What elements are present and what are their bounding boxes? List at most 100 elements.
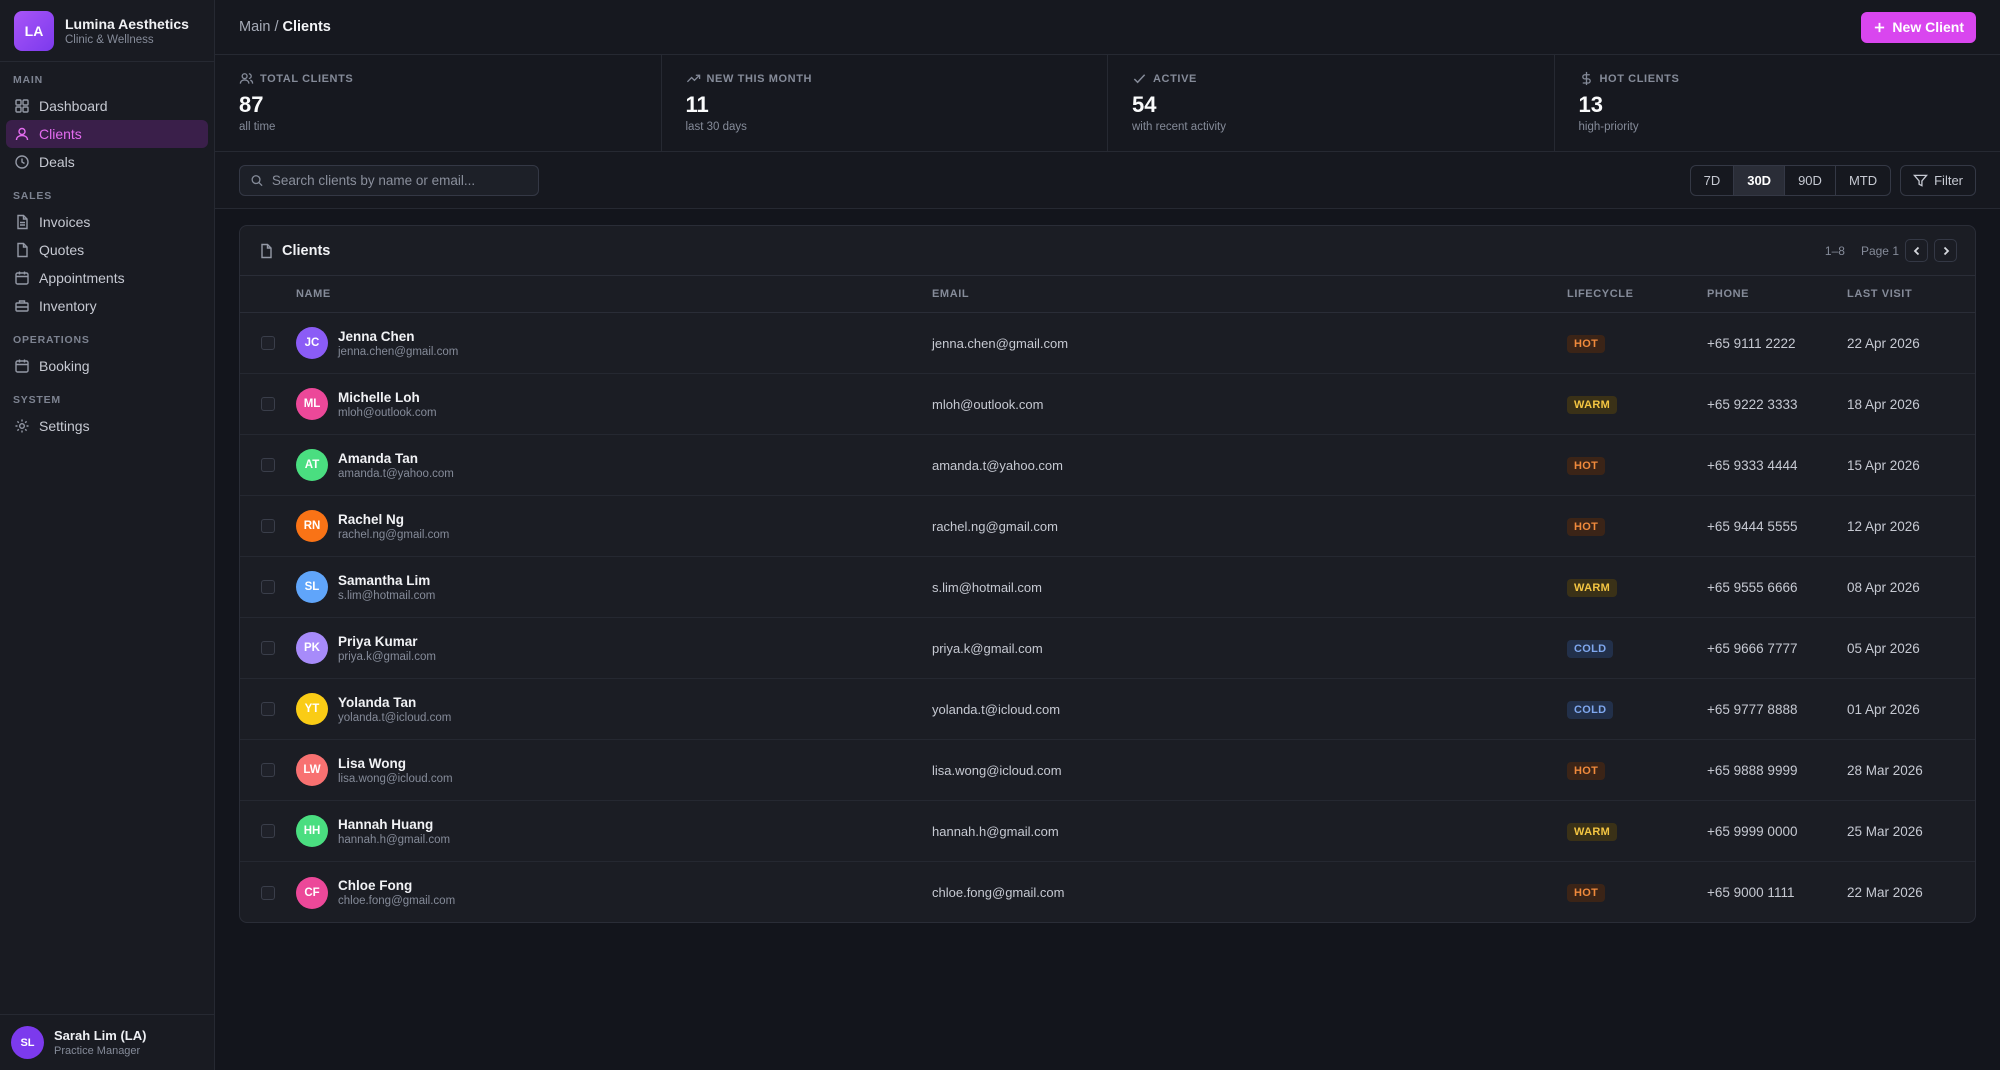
row-checkbox[interactable] — [261, 458, 275, 472]
avatar: PK — [296, 632, 328, 664]
client-sub-email: mloh@outlook.com — [338, 406, 437, 419]
sidebar-item-clients[interactable]: Clients — [6, 120, 208, 148]
lifecycle-badge: COLD — [1567, 700, 1614, 719]
table-row[interactable]: PK Priya Kumar priya.k@gmail.com priya.k… — [240, 618, 1975, 679]
sidebar-item-deals[interactable]: Deals — [6, 148, 208, 176]
dollar-icon — [1581, 71, 1591, 86]
range-30d-button[interactable]: 30D — [1734, 165, 1786, 195]
client-name[interactable]: Samantha Lim — [338, 573, 435, 588]
page-number: Page 1 — [1860, 243, 1899, 258]
row-checkbox[interactable] — [261, 885, 275, 900]
client-name[interactable]: Chloe Fong — [338, 878, 455, 893]
stat-label: NEW THIS MONTH — [706, 72, 813, 85]
sidebar-item-label: Appointments — [39, 270, 125, 286]
client-name[interactable]: Hannah Huang — [338, 817, 450, 832]
table-body: JC Jenna Chen jenna.chen@gmail.com jenna… — [240, 313, 1975, 922]
user-profile[interactable]: SL Sarah Lim (LA) Practice Manager — [0, 1014, 214, 1070]
client-name[interactable]: Yolanda Tan — [338, 695, 451, 710]
calendar-icon — [15, 359, 29, 373]
new-client-label: New Client — [1892, 19, 1964, 35]
sidebar-item-label: Deals — [39, 154, 75, 170]
sidebar-item-label: Invoices — [39, 214, 91, 230]
file-icon — [261, 243, 272, 258]
users-icon — [239, 73, 254, 84]
table-row[interactable]: AT Amanda Tan amanda.t@yahoo.com amanda.… — [240, 435, 1975, 496]
client-name[interactable]: Amanda Tan — [338, 451, 454, 466]
avatar: YT — [296, 693, 328, 725]
client-phone: +65 9222 3333 — [1707, 396, 1798, 412]
table-row[interactable]: HH Hannah Huang hannah.h@gmail.com hanna… — [240, 801, 1975, 862]
range-mtd-button[interactable]: MTD — [1836, 166, 1890, 195]
gear-icon — [15, 419, 29, 433]
sidebar-item-label: Quotes — [39, 242, 85, 258]
file-icon — [17, 242, 28, 258]
client-name[interactable]: Lisa Wong — [338, 756, 453, 771]
stat-hot-clients: HOT CLIENTS 13 high-priority — [1555, 55, 2000, 151]
row-checkbox[interactable] — [261, 397, 275, 411]
client-name[interactable]: Priya Kumar — [338, 634, 436, 649]
avatar: SL — [11, 1026, 44, 1059]
brand-subtitle: Clinic & Wellness — [65, 33, 154, 46]
table-row[interactable]: SL Samantha Lim s.lim@hotmail.com s.lim@… — [240, 557, 1975, 618]
row-checkbox[interactable] — [261, 580, 275, 594]
column-header-name[interactable]: NAME — [296, 288, 932, 300]
column-header-last-visit[interactable]: LAST VISIT — [1847, 288, 1975, 300]
avatar: SL — [296, 571, 328, 603]
sidebar-item-inventory[interactable]: Inventory — [6, 292, 208, 320]
filter-label: Filter — [1934, 172, 1963, 188]
breadcrumb-parent[interactable]: Main — [239, 19, 270, 35]
filter-button[interactable]: Filter — [1900, 164, 1976, 196]
sidebar-item-booking[interactable]: Booking — [6, 352, 208, 380]
stat-value: 13 — [1578, 92, 1603, 117]
prev-page-button[interactable] — [1905, 239, 1928, 262]
range-7d-button[interactable]: 7D — [1691, 165, 1735, 195]
client-last-visit: 18 Apr 2026 — [1847, 396, 1920, 412]
row-checkbox[interactable] — [261, 641, 275, 655]
table-row[interactable]: RN Rachel Ng rachel.ng@gmail.com rachel.… — [240, 496, 1975, 557]
next-page-button[interactable] — [1934, 239, 1957, 262]
search-box[interactable] — [239, 164, 539, 196]
client-last-visit: 12 Apr 2026 — [1847, 518, 1920, 534]
check-icon — [1133, 74, 1146, 84]
client-name[interactable]: Michelle Loh — [338, 390, 437, 405]
stat-total-clients: TOTAL CLIENTS 87 all time — [215, 55, 662, 151]
client-sub-email: lisa.wong@icloud.com — [338, 772, 453, 785]
sidebar-item-invoices[interactable]: Invoices — [6, 208, 208, 236]
lifecycle-badge: HOT — [1567, 334, 1606, 353]
row-checkbox[interactable] — [261, 519, 275, 533]
range-90d-button[interactable]: 90D — [1785, 165, 1836, 195]
row-checkbox[interactable] — [261, 336, 275, 350]
nav-section-operations: OPERATIONS — [13, 334, 90, 346]
breadcrumb: Main / Clients — [239, 19, 331, 35]
column-header-lifecycle[interactable]: LIFECYCLE — [1567, 288, 1707, 300]
table-row[interactable]: JC Jenna Chen jenna.chen@gmail.com jenna… — [240, 313, 1975, 374]
table-row[interactable]: CF Chloe Fong chloe.fong@gmail.com chloe… — [240, 862, 1975, 922]
avatar: AT — [296, 449, 328, 481]
avatar: RN — [296, 510, 328, 542]
search-input[interactable] — [271, 172, 528, 188]
client-name[interactable]: Rachel Ng — [338, 512, 449, 527]
sidebar-item-quotes[interactable]: Quotes — [6, 236, 208, 264]
lifecycle-badge: HOT — [1567, 761, 1606, 780]
sidebar-item-settings[interactable]: Settings — [6, 412, 208, 440]
client-email: mloh@outlook.com — [932, 396, 1044, 412]
sidebar-item-dashboard[interactable]: Dashboard — [6, 92, 208, 120]
sidebar-item-label: Clients — [39, 126, 82, 142]
sidebar-item-appointments[interactable]: Appointments — [6, 264, 208, 292]
new-client-button[interactable]: New Client — [1861, 11, 1976, 43]
column-header-email[interactable]: EMAIL — [932, 288, 1567, 300]
card-header: Clients 1–8 Page 1 — [240, 226, 1975, 276]
table-row[interactable]: LW Lisa Wong lisa.wong@icloud.com lisa.w… — [240, 740, 1975, 801]
client-email: s.lim@hotmail.com — [932, 579, 1042, 595]
table-row[interactable]: YT Yolanda Tan yolanda.t@icloud.com yola… — [240, 679, 1975, 740]
brand[interactable]: LA Lumina Aesthetics Clinic & Wellness — [0, 0, 214, 62]
row-checkbox[interactable] — [261, 824, 275, 838]
sidebar-item-label: Dashboard — [39, 98, 108, 114]
stat-value: 54 — [1132, 92, 1157, 117]
chevron-left-icon — [1913, 246, 1919, 255]
column-header-phone[interactable]: PHONE — [1707, 288, 1847, 300]
table-row[interactable]: ML Michelle Loh mloh@outlook.com mloh@ou… — [240, 374, 1975, 435]
client-name[interactable]: Jenna Chen — [338, 329, 458, 344]
row-checkbox[interactable] — [261, 702, 275, 716]
row-checkbox[interactable] — [261, 763, 275, 777]
